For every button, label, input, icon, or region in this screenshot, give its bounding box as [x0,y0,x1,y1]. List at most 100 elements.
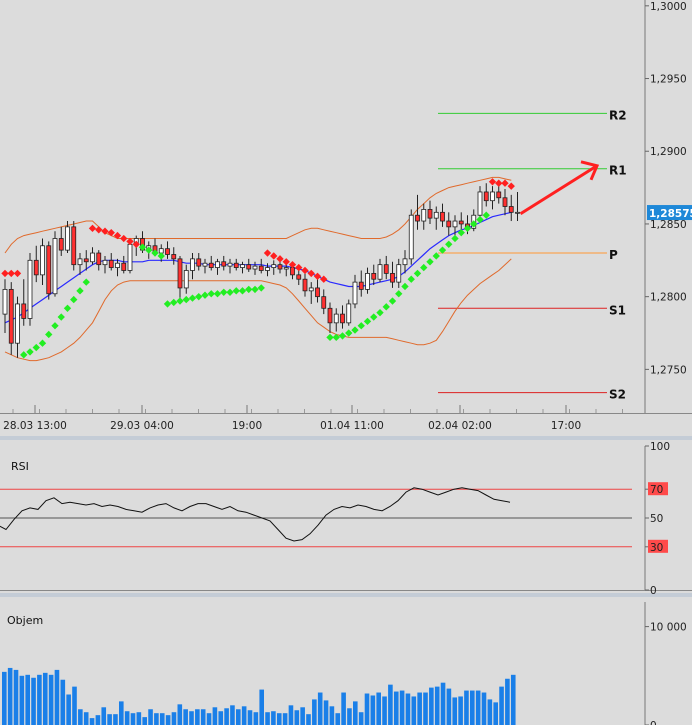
candle-body [15,303,20,344]
sar-dot [376,308,384,317]
volume-bar [335,713,341,725]
candle-body [346,303,352,324]
sar-dot [151,249,159,257]
volume-bar [276,713,282,725]
candle-body [221,261,227,267]
candle-body [202,262,208,267]
sar-dot [70,295,78,304]
sar-dot [370,313,378,321]
volume-bar [358,712,364,725]
pivot-label-p: P [609,248,618,262]
sar-dot [251,285,259,294]
volume-bar [177,704,183,725]
candle-body [183,270,189,289]
candle-body [21,303,27,319]
rsi-tick-label: 100 [650,441,670,453]
volume-bar [119,701,124,725]
volume-bar [241,706,247,725]
candle-body [90,252,95,263]
candle-body [83,258,89,263]
volume-bar [341,692,346,725]
volume-bar [388,684,393,725]
sar-dot [157,252,165,260]
sar-dot [195,292,203,301]
price-panel-bottom-border [0,413,692,414]
candle-body [458,220,464,225]
volume-bar [510,674,516,725]
candle [215,258,220,275]
candle-body [190,258,195,271]
volume-bar [353,701,358,725]
volume-bar [271,711,276,725]
candle-body [415,214,420,222]
volume-bar [247,710,253,725]
candle [165,241,170,259]
candle-body [177,258,183,289]
price-panel: 1,3000 1,2950 1,2900 1,2850 1,2800 1,2750 28.0… [1,1,692,432]
candle [340,305,345,329]
volume-bar [54,669,60,725]
volume-bar [195,709,200,725]
sar-dot [176,297,184,305]
sar-dot [82,278,90,286]
volume-bar [200,709,206,725]
candle-body [490,191,495,202]
candle-body [8,288,14,344]
candle [252,261,258,275]
volume-bar [481,692,487,725]
candle-body [246,264,252,270]
candle [490,186,495,210]
candle-body [365,272,370,290]
candle [315,279,320,303]
sar-dots [1,178,515,359]
rsi-tick-label: 0 [650,585,657,597]
candle-body [271,264,277,268]
volume-bar [31,677,36,725]
candle [502,189,508,216]
sar-dot [488,178,497,186]
candle-body [427,209,433,219]
candle-body [333,313,339,324]
volume-bar [294,710,300,725]
volume-bar [159,713,165,725]
volume-bar [7,667,13,725]
sar-dot [501,179,509,187]
x-tick-label: 01.04 11:00 [320,420,384,432]
volume-bar [399,690,405,725]
volume-bar [405,693,411,725]
volume-panel: Objem 10 000 0 [2,614,687,725]
sar-dot [170,298,178,307]
candle [446,212,452,236]
sar-dot [507,182,515,190]
x-tick-label: 17:00 [551,420,581,432]
sar-dot [120,234,128,243]
volume-bar [224,708,229,725]
volume-bar [212,707,218,725]
rsi-tick-label: 70 [650,484,663,496]
x-tick-label: 29.03 04:00 [110,420,174,432]
volume-bar [37,674,42,725]
candle [108,253,114,271]
candle-body [440,211,445,222]
sar-dot [282,258,290,266]
candle [8,282,14,355]
candle-body [477,191,483,216]
candle-body [496,191,502,199]
panel-splitter-2 [0,593,692,597]
volume-bar [347,708,352,725]
panel-splitter-1 [0,436,692,440]
volume-bar [89,718,95,725]
volume-bar [189,711,194,725]
candle-body [327,307,333,324]
sar-dot [145,246,153,254]
candle-body [315,287,320,298]
candle [408,209,414,265]
candle-body [208,262,214,268]
volume-bar [423,692,428,725]
forecast-arrow-line [519,164,598,216]
x-tick-label: 19:00 [232,420,262,432]
candle-body [340,313,345,324]
candle [233,258,239,271]
sar-dot [463,224,472,232]
candle [365,267,370,294]
